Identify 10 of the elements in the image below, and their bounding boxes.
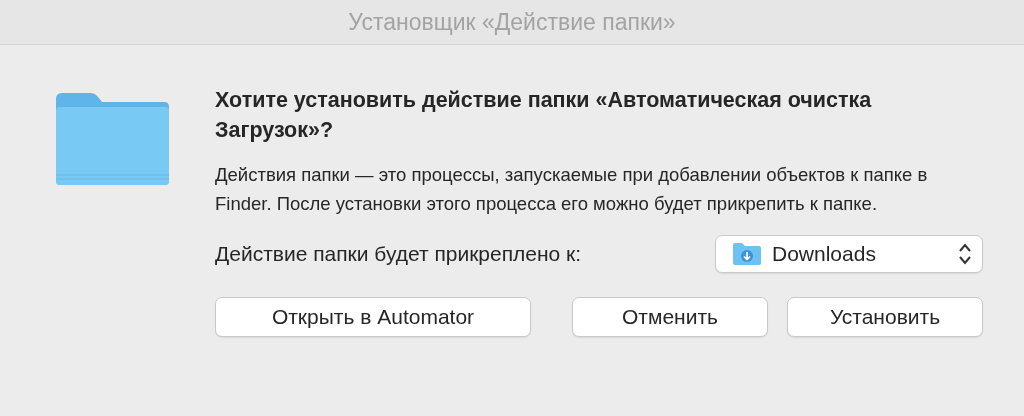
- dialog-heading: Хотите установить действие папки «Автоматическая очистка Загрузок»?: [215, 87, 873, 144]
- dialog-button[interactable]: Установить: [787, 297, 983, 337]
- window-title: Установщик «Действие папки»: [348, 8, 676, 36]
- attach-label: Действие папки будет прикреплено к:: [215, 242, 582, 266]
- dialog-button[interactable]: Отменить: [572, 297, 768, 337]
- up-down-chevron-icon: [958, 242, 972, 266]
- dialog-button[interactable]: Открыть в Automator: [215, 297, 531, 337]
- downloads-folder-icon: [732, 242, 762, 266]
- folder-popup[interactable]: Downloads: [715, 235, 983, 273]
- dialog-message: Действия папки — это процессы, запускаемые при добавлении объектов к папке в Finder. После установки этого процесса его можно будет прикрепить к папке.: [215, 163, 929, 216]
